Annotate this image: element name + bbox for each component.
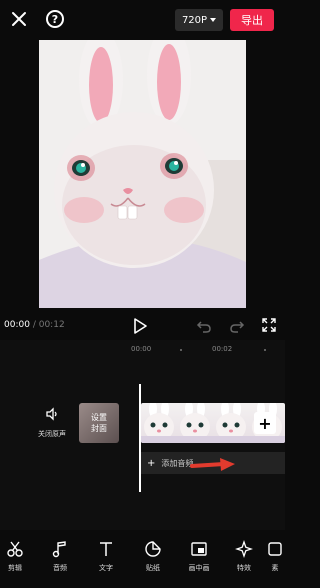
tool-label: 音频 [53,564,67,572]
more-icon [268,542,282,556]
caret-down-icon [210,18,217,22]
export-button[interactable]: 导出 [230,9,274,31]
bunny-face-preview-image [39,40,246,308]
tool-picture-in-picture[interactable]: 画中画 [184,540,214,573]
total-duration: 00:12 [38,320,65,330]
scissors-icon [7,541,23,557]
sticker-icon [145,541,161,557]
tool-sticker[interactable]: 贴纸 [138,540,168,573]
undo-icon[interactable] [196,318,212,334]
ruler-label: 00:02 [212,345,233,353]
tool-label: 贴纸 [146,564,160,572]
bottom-toolbar: 剪辑 音频 文字 贴纸 画中画 特效 素 [0,534,285,588]
tool-text[interactable]: 文字 [91,540,121,573]
clip-thumbnail [177,403,213,443]
tool-label: 文字 [99,564,113,572]
ruler-dot [264,349,266,351]
close-icon[interactable] [8,8,30,30]
video-editor-screen: ? 720P 导出 00:00 / 00:12 00:00 00:02 关闭原声… [0,0,285,588]
tool-clip[interactable]: 剪辑 [0,540,30,573]
fullscreen-icon[interactable] [262,318,276,332]
time-separator: / [32,320,36,330]
redo-icon[interactable] [229,318,245,334]
time-display: 00:00 / 00:12 [4,320,65,330]
clip-thumbnail [141,403,177,443]
picture-in-picture-icon [191,542,207,556]
playhead[interactable] [139,384,141,492]
plus-icon: + [147,457,156,469]
video-preview[interactable] [39,40,246,308]
cover-label-line2: 封面 [91,424,107,433]
tool-label: 素 [271,564,279,572]
playback-controls: 00:00 / 00:12 [0,314,285,338]
clip-thumbnail [213,403,249,443]
resolution-value: 720P [181,14,208,26]
tool-label: 特效 [237,564,251,572]
timeline-editor: 00:00 00:02 关闭原声 设置 封面 + + 添加音频 [0,340,285,530]
timeline-ruler: 00:00 00:02 [0,345,285,359]
tool-more[interactable]: 素 [265,540,285,573]
tool-label: 画中画 [188,564,210,572]
music-note-icon [52,541,66,558]
current-time: 00:00 [4,320,30,330]
effects-icon [235,540,253,558]
resolution-selector[interactable]: 720P [175,9,223,31]
ruler-label: 00:00 [131,345,152,353]
tool-label: 剪辑 [8,564,22,572]
red-arrow-annotation [190,458,235,471]
play-icon[interactable] [131,317,149,335]
ruler-dot [180,349,182,351]
cover-label-line1: 设置 [91,413,107,422]
tool-effects[interactable]: 特效 [229,540,259,573]
mute-label: 关闭原声 [38,430,66,438]
speaker-icon [46,407,57,421]
set-cover-button[interactable]: 设置 封面 [79,403,119,443]
tool-audio[interactable]: 音频 [45,540,75,573]
help-icon[interactable]: ? [44,8,66,30]
mute-original-sound-button[interactable]: 关闭原声 [32,406,72,439]
text-icon [100,542,112,556]
add-audio-label: 添加音频 [161,458,194,468]
add-clip-button[interactable]: + [254,412,276,434]
top-bar: ? 720P 导出 [0,0,285,40]
